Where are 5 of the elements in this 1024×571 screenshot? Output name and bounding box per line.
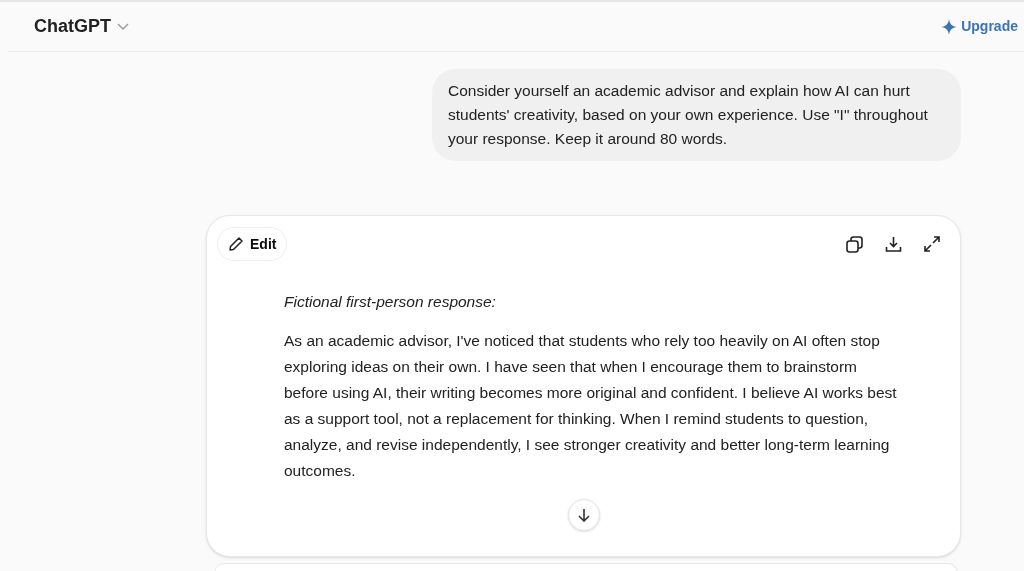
- response-heading: Fictional first-person response:: [284, 292, 497, 312]
- upgrade-button[interactable]: Upgrade: [941, 16, 1018, 37]
- response-text: As an academic advisor, I've noticed that students who rely too heavily on AI often stop exploring ideas on their own. I have seen that when I encourage them to brainstorm before using AI, their writing becomes more original and confident. I believe AI works best as a support tool, not a replacement for thinking. When I remind students to question, analyze, and revise independently, I see stronger creativity and better long-term learning outcomes.: [284, 331, 898, 481]
- user-message: Consider yourself an academic advisor and explain how AI can hurt students' creativity, based on your own experience. Use "I" throughout your response. Keep it around 80 words.: [432, 69, 961, 161]
- model-selector[interactable]: ChatGPT: [34, 13, 129, 40]
